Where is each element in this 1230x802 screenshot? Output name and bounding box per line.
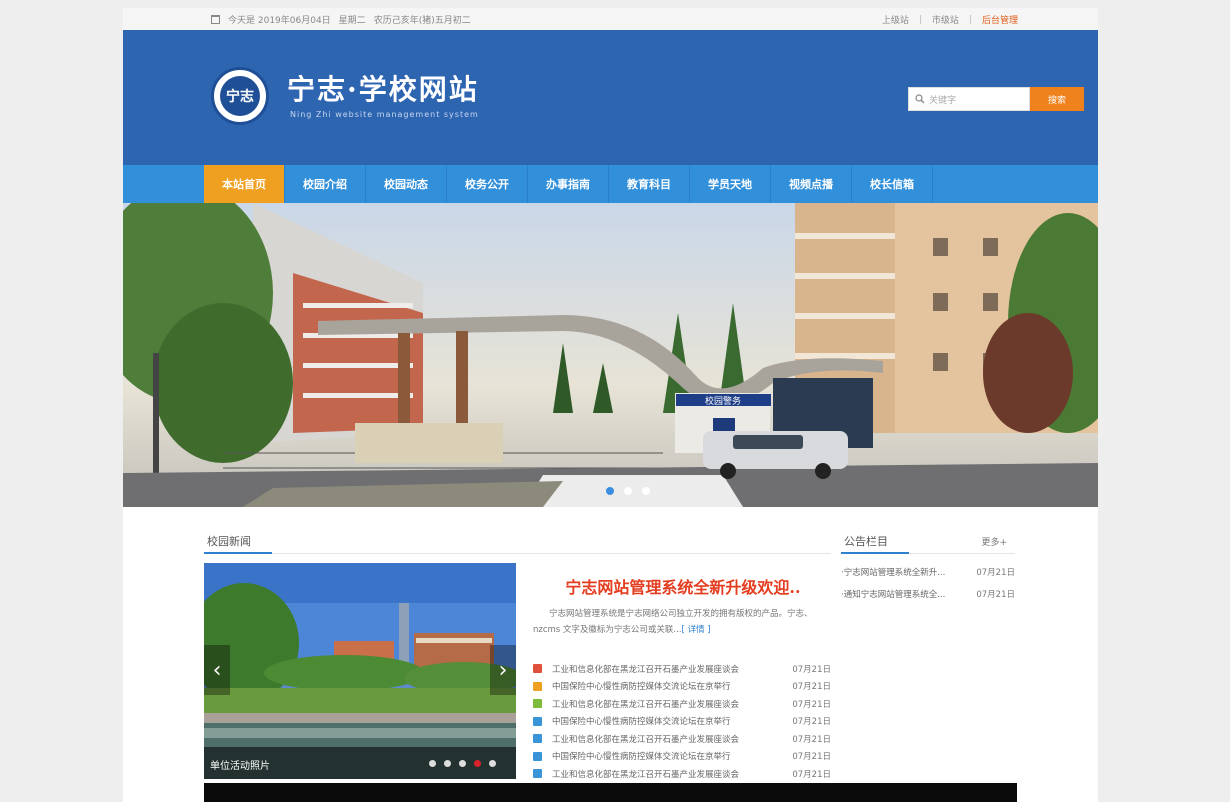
top-bar: 今天是 2019年06月04日 星期二 农历己亥年(猪)五月初二 上级站 | 市… xyxy=(123,8,1098,30)
banner-dot[interactable] xyxy=(606,487,614,495)
main-nav: 本站首页 校园介绍 校园动态 校务公开 办事指南 教育科目 学员天地 视频点播 … xyxy=(123,165,1098,203)
link-admin[interactable]: 后台管理 xyxy=(982,13,1018,26)
news-date: 07月21日 xyxy=(792,682,831,693)
banner-dot[interactable] xyxy=(642,487,650,495)
prev-arrow-icon[interactable]: ‹ xyxy=(204,645,230,695)
separator: | xyxy=(918,14,922,25)
nav-item-video[interactable]: 视频点播 xyxy=(771,165,852,203)
list-item[interactable]: 工业和信息化部在黑龙江召开石墨产业发展座谈会 07月21日 xyxy=(533,730,831,748)
next-arrow-icon[interactable]: › xyxy=(490,645,516,695)
section-title: 校园新闻 xyxy=(207,535,251,548)
news-title[interactable]: 工业和信息化部在黑龙江召开石墨产业发展座谈会 xyxy=(552,768,781,780)
nav-item-campus-news[interactable]: 校园动态 xyxy=(366,165,447,203)
top-links: 上级站 | 市级站 | 后台管理 xyxy=(882,13,1018,27)
bullet-icon xyxy=(533,751,542,761)
nav-item-students[interactable]: 学员天地 xyxy=(690,165,771,203)
campus-gate-photo: 校园警务 xyxy=(123,203,1098,507)
bullet-icon xyxy=(533,681,542,691)
notice-title[interactable]: ·通知宁志网站管理系统全... xyxy=(841,588,967,600)
bullet-icon xyxy=(533,664,542,674)
notice-list: ·宁志网站管理系统全新升... 07月21日 ·通知宁志网站管理系统全... 07月… xyxy=(841,561,1015,605)
list-item[interactable]: ·宁志网站管理系统全新升... 07月21日 xyxy=(841,561,1015,583)
weekday-text: 星期二 xyxy=(338,16,366,26)
news-title[interactable]: 工业和信息化部在黑龙江召开石墨产业发展座谈会 xyxy=(552,663,781,675)
photo-dot[interactable] xyxy=(444,760,451,767)
list-item[interactable]: ·通知宁志网站管理系统全... 07月21日 xyxy=(841,583,1015,605)
featured-summary: 宁志网站管理系统是宁志网络公司独立开发的拥有版权的产品。宁志、nzcms 文字及… xyxy=(533,606,831,638)
search-placeholder: 关键字 xyxy=(929,95,957,106)
photo-dot[interactable] xyxy=(429,760,436,767)
link-parent-site[interactable]: 上级站 xyxy=(882,13,909,26)
separator: | xyxy=(968,14,972,25)
photo-pagination xyxy=(429,760,496,767)
nav-item-subjects[interactable]: 教育科目 xyxy=(609,165,690,203)
nav-item-mailbox[interactable]: 校长信箱 xyxy=(852,165,933,203)
more-link[interactable]: 更多+ xyxy=(981,535,1007,548)
banner-pagination xyxy=(606,487,650,495)
nav-item-guide[interactable]: 办事指南 xyxy=(528,165,609,203)
news-title[interactable]: 中国保险中心慢性病防控媒体交流论坛在京举行 xyxy=(552,750,781,762)
search-bar: 关键字 搜索 xyxy=(908,87,1084,111)
link-city-site[interactable]: 市级站 xyxy=(932,13,959,26)
news-date: 07月21日 xyxy=(792,717,831,728)
list-item[interactable]: 工业和信息化部在黑龙江召开石墨产业发展座谈会 07月21日 xyxy=(533,765,831,783)
news-date: 07月21日 xyxy=(792,699,831,710)
list-item[interactable]: 工业和信息化部在黑龙江召开石墨产业发展座谈会 07月21日 xyxy=(533,695,831,713)
photo-dot[interactable] xyxy=(459,760,466,767)
site-subtitle: Ning Zhi website management system xyxy=(290,110,479,119)
news-title[interactable]: 中国保险中心慢性病防控媒体交流论坛在京举行 xyxy=(552,715,781,727)
lunar-date-text: 农历己亥年(猪)五月初二 xyxy=(373,16,471,26)
gate-sign: 校园警务 xyxy=(705,395,741,407)
nav-item-home[interactable]: 本站首页 xyxy=(204,165,285,203)
bullet-icon xyxy=(533,769,542,779)
notice-title[interactable]: ·宁志网站管理系统全新升... xyxy=(841,566,967,578)
date-info: 今天是 2019年06月04日 星期二 农历己亥年(猪)五月初二 xyxy=(211,13,471,26)
list-item[interactable]: 中国保险中心慢性病防控媒体交流论坛在京举行 07月21日 xyxy=(533,713,831,731)
site-title: 宁志·学校网站 xyxy=(287,73,479,106)
photo-dot[interactable] xyxy=(474,760,481,767)
section-underline xyxy=(204,552,272,554)
news-title[interactable]: 工业和信息化部在黑龙江召开石墨产业发展座谈会 xyxy=(552,698,781,710)
search-icon xyxy=(915,94,925,104)
news-date: 07月21日 xyxy=(792,734,831,745)
date-text: 今天是 2019年06月04日 xyxy=(228,16,331,26)
list-item[interactable]: 中国保险中心慢性病防控媒体交流论坛在京举行 07月21日 xyxy=(533,748,831,766)
list-item[interactable]: 中国保险中心慢性病防控媒体交流论坛在京举行 07月21日 xyxy=(533,678,831,696)
news-title[interactable]: 中国保险中心慢性病防控媒体交流论坛在京举行 xyxy=(552,680,781,692)
detail-link[interactable]: [ 详情 ] xyxy=(682,625,711,635)
bottom-banner xyxy=(204,783,1017,802)
bullet-icon xyxy=(533,716,542,726)
news-date: 07月21日 xyxy=(792,769,831,780)
news-date: 07月21日 xyxy=(792,664,831,675)
news-date: 07月21日 xyxy=(792,752,831,763)
photo-slider: ‹ › 单位活动照片 xyxy=(204,563,516,779)
notice-date: 07月21日 xyxy=(976,590,1015,600)
search-input[interactable]: 关键字 xyxy=(908,87,1030,111)
school-logo[interactable]: 宁志 xyxy=(211,67,269,125)
bullet-icon xyxy=(533,734,542,744)
nav-item-about[interactable]: 校园介绍 xyxy=(285,165,366,203)
notice-date: 07月21日 xyxy=(976,568,1015,578)
news-title[interactable]: 工业和信息化部在黑龙江召开石墨产业发展座谈会 xyxy=(552,733,781,745)
notice-header: 公告栏目 更多+ xyxy=(841,530,1015,554)
photo-dot[interactable] xyxy=(489,760,496,767)
search-button[interactable]: 搜索 xyxy=(1030,87,1084,111)
bullet-icon xyxy=(533,699,542,709)
list-item[interactable]: 工业和信息化部在黑龙江召开石墨产业发展座谈会 07月21日 xyxy=(533,660,831,678)
page: 今天是 2019年06月04日 星期二 农历己亥年(猪)五月初二 上级站 | 市… xyxy=(123,8,1098,802)
summary-text: 宁志网站管理系统是宁志网络公司独立开发的拥有版权的产品。宁志、nzcms 文字及… xyxy=(533,609,813,635)
news-list: 工业和信息化部在黑龙江召开石墨产业发展座谈会 07月21日 中国保险中心慢性病防控… xyxy=(533,660,831,783)
site-header: 宁志 宁志·学校网站 Ning Zhi website management s… xyxy=(123,30,1098,165)
featured-headline[interactable]: 宁志网站管理系统全新升级欢迎.. xyxy=(533,574,833,598)
section-underline xyxy=(841,552,909,554)
logo-emblem: 宁志 xyxy=(220,76,260,116)
calendar-icon xyxy=(211,15,220,24)
campus-news-header: 校园新闻 xyxy=(204,530,831,554)
hero-banner: 校园警务 xyxy=(123,203,1098,507)
section-title: 公告栏目 xyxy=(844,535,888,548)
nav-item-affairs[interactable]: 校务公开 xyxy=(447,165,528,203)
banner-dot[interactable] xyxy=(624,487,632,495)
